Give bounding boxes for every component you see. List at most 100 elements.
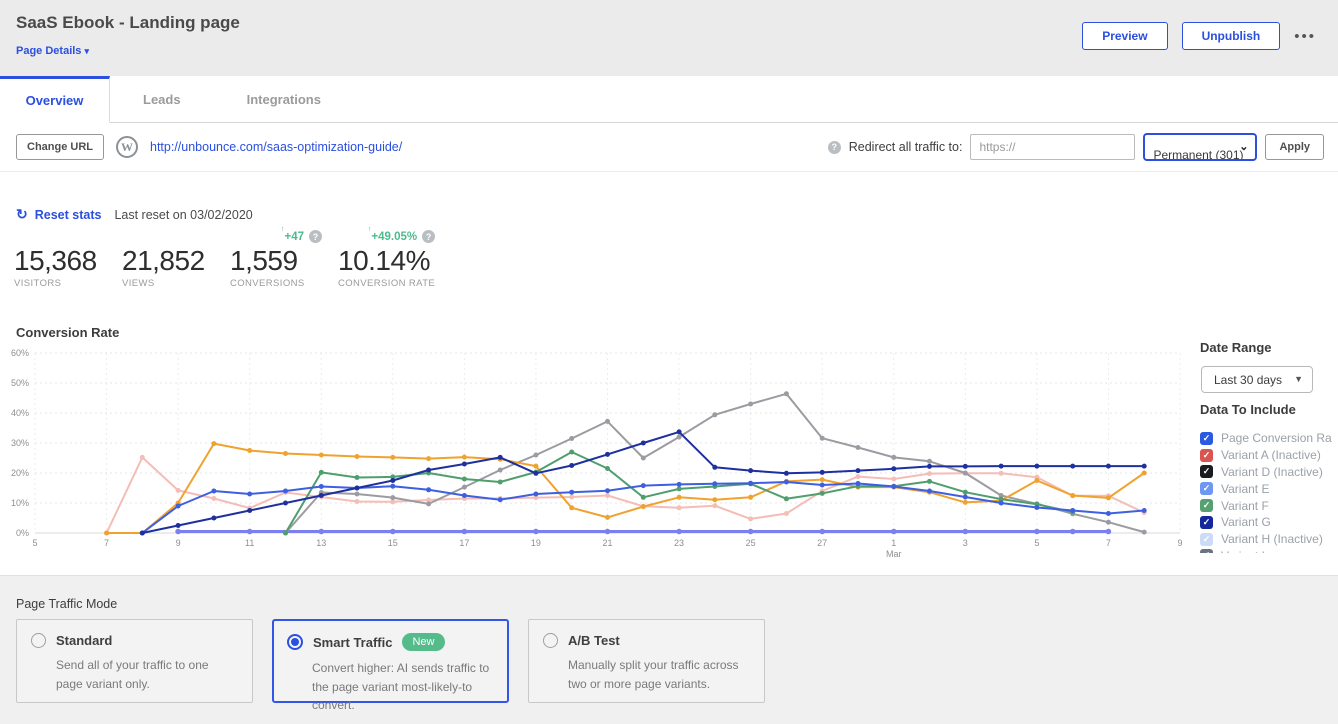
unpublish-button[interactable]: Unpublish bbox=[1182, 22, 1281, 50]
header-actions: Preview Unpublish ••• bbox=[1082, 22, 1316, 50]
legend-item-variant-h-inactive-[interactable]: ✓ Variant H (Inactive) bbox=[1200, 531, 1332, 548]
svg-text:Mar: Mar bbox=[886, 549, 902, 559]
tab-leads[interactable]: Leads bbox=[110, 76, 214, 123]
more-options-icon[interactable]: ••• bbox=[1294, 23, 1316, 50]
conversion-rate-chart: 57911131517192123252713579Mar0%10%20%30%… bbox=[0, 340, 1195, 565]
reset-icon: ↻ bbox=[16, 206, 28, 223]
legend-label: Page Conversion Rate bbox=[1221, 431, 1332, 445]
legend-checkbox[interactable]: ✓ bbox=[1200, 449, 1213, 462]
svg-text:21: 21 bbox=[602, 538, 612, 548]
legend-checkbox[interactable]: ✓ bbox=[1200, 482, 1213, 495]
svg-text:20%: 20% bbox=[11, 468, 29, 478]
traffic-mode-card-smart-traffic[interactable]: Smart TrafficNewConvert higher: AI sends… bbox=[272, 619, 509, 703]
radio-button[interactable] bbox=[31, 633, 46, 648]
svg-text:5: 5 bbox=[1034, 538, 1039, 548]
tab-bar: OverviewLeadsIntegrations bbox=[0, 76, 1338, 123]
svg-text:7: 7 bbox=[104, 538, 109, 548]
svg-text:19: 19 bbox=[531, 538, 541, 548]
tab-overview[interactable]: Overview bbox=[0, 76, 110, 123]
svg-text:15: 15 bbox=[388, 538, 398, 548]
help-icon[interactable]: ? bbox=[828, 141, 841, 154]
legend-checkbox[interactable]: ✓ bbox=[1200, 432, 1213, 445]
help-icon[interactable]: ? bbox=[309, 230, 322, 243]
svg-text:40%: 40% bbox=[11, 408, 29, 418]
svg-text:60%: 60% bbox=[11, 348, 29, 358]
svg-text:50%: 50% bbox=[11, 378, 29, 388]
legend-label: Variant H (Inactive) bbox=[1221, 532, 1323, 546]
date-range-select[interactable]: Last 30 days ▼ bbox=[1201, 366, 1313, 393]
legend-checkbox[interactable]: ✓ bbox=[1200, 533, 1213, 546]
apply-button[interactable]: Apply bbox=[1265, 134, 1324, 160]
page-header: SaaS Ebook - Landing page Page Details ▾… bbox=[0, 0, 1338, 76]
legend-label: Variant I bbox=[1221, 549, 1265, 553]
svg-text:30%: 30% bbox=[11, 438, 29, 448]
legend-checkbox[interactable]: ✓ bbox=[1200, 499, 1213, 512]
overview-panel: ↻ Reset stats Last reset on 03/02/2020 1… bbox=[0, 172, 1338, 575]
page-title: SaaS Ebook - Landing page bbox=[16, 13, 240, 33]
preview-button[interactable]: Preview bbox=[1082, 22, 1167, 50]
mode-description: Convert higher: AI sends traffic to the … bbox=[312, 659, 494, 715]
stat-value: 1,559 bbox=[230, 245, 322, 277]
page-url-link[interactable]: http://unbounce.com/saas-optimization-gu… bbox=[150, 140, 402, 154]
svg-text:17: 17 bbox=[459, 538, 469, 548]
legend-item-variant-g[interactable]: ✓Variant G bbox=[1200, 514, 1332, 531]
help-icon[interactable]: ? bbox=[422, 230, 435, 243]
tab-integrations[interactable]: Integrations bbox=[214, 76, 354, 123]
stat-label: CONVERSION RATE bbox=[338, 278, 435, 289]
svg-text:3: 3 bbox=[963, 538, 968, 548]
stat-value: 21,852 bbox=[122, 245, 214, 277]
stats-row: 15,368VISITORS21,852VIEWS↑+47?1,559CONVE… bbox=[14, 228, 451, 289]
radio-button[interactable] bbox=[287, 634, 303, 650]
legend-item-variant-f[interactable]: ✓ Variant F bbox=[1200, 497, 1332, 514]
stat-label: CONVERSIONS bbox=[230, 278, 322, 289]
legend-item-variant-d-inactive-[interactable]: ✓ Variant D (Inactive) bbox=[1200, 464, 1332, 481]
stat-label: VIEWS bbox=[122, 278, 214, 289]
legend-item-variant-a-inactive-[interactable]: ✓ Variant A (Inactive) bbox=[1200, 447, 1332, 464]
legend-checkbox[interactable]: ✓ bbox=[1200, 465, 1213, 478]
legend-item-variant-i[interactable]: ✓ Variant I bbox=[1200, 548, 1332, 553]
legend-item-page-conversion-rate[interactable]: ✓ Page Conversion Rate bbox=[1200, 430, 1332, 447]
stat-value: 15,368 bbox=[14, 245, 106, 277]
redirect-url-input[interactable] bbox=[970, 134, 1135, 160]
change-url-button[interactable]: Change URL bbox=[16, 134, 104, 160]
mode-description: Send all of your traffic to one page var… bbox=[56, 656, 238, 693]
chart-title: Conversion Rate bbox=[16, 325, 119, 340]
chevron-down-icon: ▾ bbox=[84, 46, 89, 56]
legend-label: Variant F bbox=[1221, 499, 1269, 513]
data-to-include-label: Data To Include bbox=[1200, 402, 1332, 417]
stat-visitors: 15,368VISITORS bbox=[14, 228, 106, 289]
redirect-type-select[interactable]: Permanent (301) ⌄ bbox=[1143, 133, 1257, 161]
wordpress-icon: W bbox=[116, 136, 138, 158]
svg-text:23: 23 bbox=[674, 538, 684, 548]
legend-label: Variant D (Inactive) bbox=[1221, 465, 1323, 479]
chart-side-panel: Date Range Last 30 days ▼ Data To Includ… bbox=[1200, 340, 1332, 553]
reset-stats-link[interactable]: Reset stats bbox=[35, 208, 102, 222]
legend-item-variant-e[interactable]: ✓ Variant E bbox=[1200, 480, 1332, 497]
radio-button[interactable] bbox=[543, 633, 558, 648]
page-traffic-mode-label: Page Traffic Mode bbox=[16, 597, 117, 611]
traffic-mode-card-a-b-test[interactable]: A/B TestManually split your traffic acro… bbox=[528, 619, 765, 703]
chart-canvas: 57911131517192123252713579Mar0%10%20%30%… bbox=[0, 340, 1195, 565]
svg-text:27: 27 bbox=[817, 538, 827, 548]
svg-text:7: 7 bbox=[1106, 538, 1111, 548]
legend-label: Variant A (Inactive) bbox=[1221, 448, 1321, 462]
redirect-label: Redirect all traffic to: bbox=[849, 140, 963, 154]
legend-label: Variant E bbox=[1221, 482, 1269, 496]
stat-views: 21,852VIEWS bbox=[122, 228, 214, 289]
up-arrow-icon: ↑ bbox=[368, 226, 372, 233]
svg-text:13: 13 bbox=[316, 538, 326, 548]
legend-checkbox[interactable]: ✓ bbox=[1200, 549, 1213, 553]
traffic-mode-card-standard[interactable]: Standard Send all of your traffic to one … bbox=[16, 619, 253, 703]
traffic-mode-cards: Standard Send all of your traffic to one … bbox=[16, 619, 765, 703]
mode-title: Standard bbox=[56, 633, 112, 648]
mode-description: Manually split your traffic across two o… bbox=[568, 656, 750, 693]
url-row: Change URL W http://unbounce.com/saas-op… bbox=[0, 123, 1338, 172]
stat-value: 10.14% bbox=[338, 245, 435, 277]
legend-list: ✓ Page Conversion Rate ✓ Variant A (Inactiv… bbox=[1200, 430, 1332, 553]
legend-checkbox[interactable]: ✓ bbox=[1200, 516, 1213, 529]
stat-label: VISITORS bbox=[14, 278, 106, 289]
stat-conversion-rate: ↑+49.05%?10.14%CONVERSION RATE bbox=[338, 228, 435, 289]
page-details-dropdown[interactable]: Page Details ▾ bbox=[16, 45, 89, 57]
svg-text:10%: 10% bbox=[11, 498, 29, 508]
svg-text:1: 1 bbox=[891, 538, 896, 548]
